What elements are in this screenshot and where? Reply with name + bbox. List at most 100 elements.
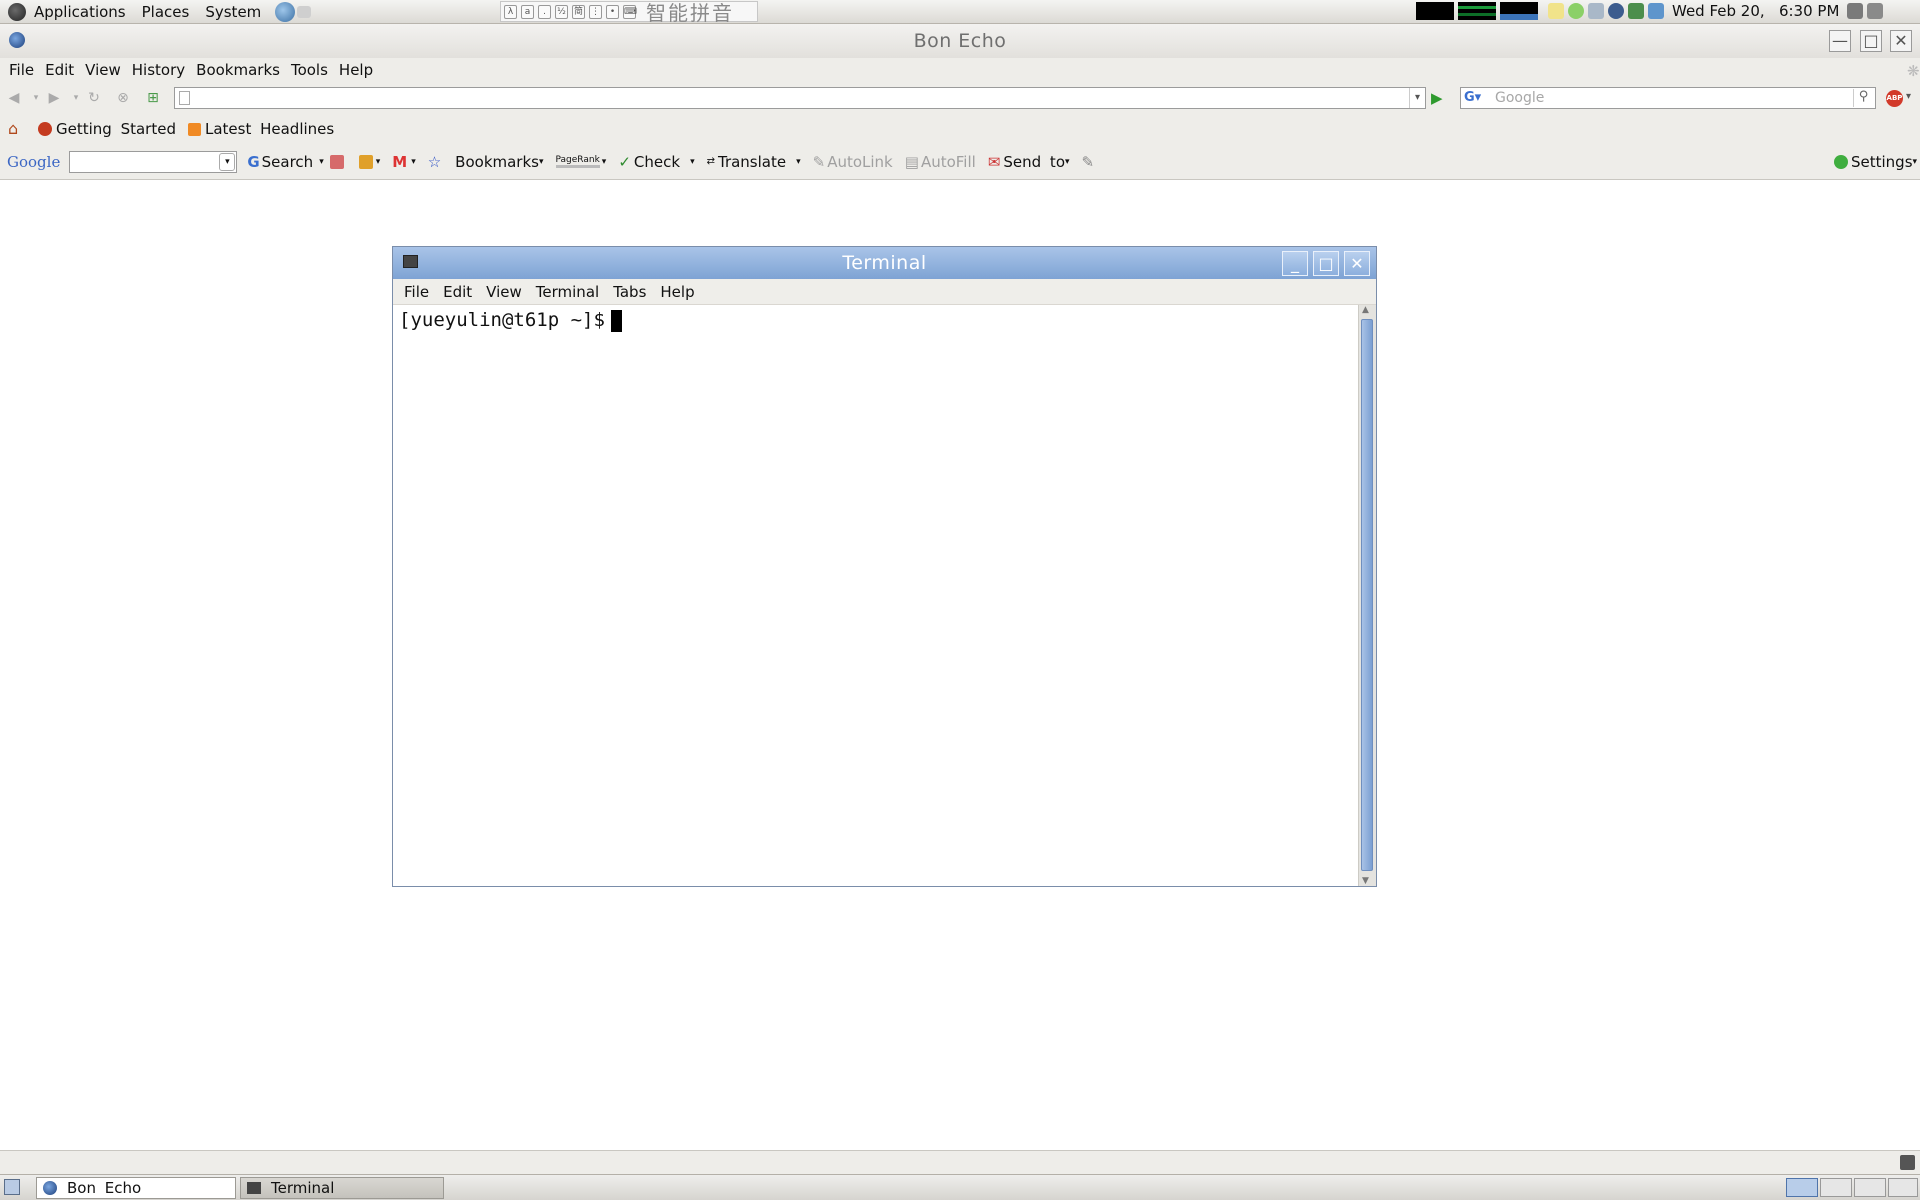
menu-file[interactable]: File: [9, 61, 34, 79]
autofill-button[interactable]: ▤ AutoFill: [905, 153, 976, 171]
bookmarks-button[interactable]: ☆ Bookmarks ▾: [428, 153, 544, 171]
google-search-input[interactable]: ▾: [69, 150, 238, 173]
clock[interactable]: Wed Feb 20, 6:30 PM: [1672, 2, 1839, 20]
minimize-button[interactable]: —: [1829, 30, 1851, 52]
ime-mode-icon[interactable]: a: [521, 4, 534, 19]
gadgets-dropdown-icon[interactable]: ▾: [376, 157, 381, 167]
terminal-close-button[interactable]: ✕: [1344, 251, 1370, 276]
applications-menu[interactable]: Applications: [26, 3, 134, 21]
ime-width-icon[interactable]: ½: [555, 4, 568, 19]
reload-icon[interactable]: ↻: [86, 90, 102, 106]
close-button[interactable]: ✕: [1890, 30, 1912, 52]
menu-tools[interactable]: Tools: [291, 61, 328, 79]
network-icon[interactable]: [1588, 3, 1604, 19]
menu-view[interactable]: View: [85, 61, 121, 79]
task-bon-echo[interactable]: Bon Echo: [36, 1177, 236, 1199]
camera-icon[interactable]: [1867, 3, 1884, 19]
back-icon[interactable]: ◀: [6, 90, 22, 106]
bookmarks-dropdown-icon[interactable]: ▾: [539, 157, 544, 167]
home-icon[interactable]: ⌂: [8, 121, 24, 137]
task-terminal[interactable]: Terminal: [240, 1177, 444, 1199]
terminal-titlebar[interactable]: Terminal _ □ ✕: [393, 247, 1376, 279]
ime-logo-icon[interactable]: λ: [504, 4, 517, 19]
ime-simp-icon[interactable]: 简: [572, 4, 585, 19]
terminal-scrollbar[interactable]: ▲ ▼: [1358, 305, 1376, 886]
browser-window-icon[interactable]: [9, 32, 25, 48]
terminal-menu-view[interactable]: View: [486, 283, 522, 301]
workspace-3[interactable]: [1854, 1178, 1886, 1197]
gmail-dropdown-icon[interactable]: ▾: [411, 157, 416, 167]
tasks-icon[interactable]: [1648, 3, 1664, 19]
workspace-1[interactable]: [1786, 1178, 1818, 1197]
terminal-output[interactable]: [yueyulin@t61p ~]$: [393, 305, 1358, 886]
web-search-box[interactable]: G▾ Google ⚲: [1460, 87, 1876, 109]
back-dropdown-icon[interactable]: ▾: [28, 90, 44, 106]
terminal-maximize-button[interactable]: □: [1313, 251, 1339, 276]
search-engine-icon[interactable]: G▾: [1464, 90, 1492, 106]
search-dropdown-icon[interactable]: ▾: [319, 157, 324, 167]
scrollbar-thumb[interactable]: [1361, 319, 1373, 871]
url-dropdown-icon[interactable]: ▾: [1409, 88, 1425, 108]
show-desktop-icon[interactable]: [4, 1179, 20, 1195]
bookmark-latest-headlines[interactable]: Latest Headlines: [187, 120, 334, 138]
forward-dropdown-icon[interactable]: ▾: [68, 90, 84, 106]
stop-icon[interactable]: ⊗: [115, 90, 131, 106]
bookmark-getting-started[interactable]: Getting Started: [38, 120, 176, 138]
adblock-icon[interactable]: ABP: [1886, 90, 1903, 107]
notes-icon[interactable]: [1548, 3, 1564, 19]
go-icon[interactable]: ▶: [1431, 89, 1443, 107]
workspace-4[interactable]: [1888, 1178, 1918, 1197]
terminal-menu-help[interactable]: Help: [660, 283, 694, 301]
scroll-down-icon[interactable]: ▼: [1362, 876, 1369, 886]
memory-monitor[interactable]: [1458, 2, 1496, 20]
terminal-menu-terminal[interactable]: Terminal: [536, 283, 599, 301]
terminal-menu-edit[interactable]: Edit: [443, 283, 472, 301]
ime-punct-icon[interactable]: .: [538, 4, 551, 19]
news-button[interactable]: [329, 154, 347, 169]
maximize-button[interactable]: □: [1860, 30, 1882, 52]
home-add-icon[interactable]: ⊞: [145, 90, 161, 106]
keyboard-icon[interactable]: ⌨: [623, 4, 637, 19]
autolink-button[interactable]: ✎ AutoLink: [813, 153, 893, 171]
search-go-icon[interactable]: ⚲: [1853, 89, 1873, 107]
places-menu[interactable]: Places: [134, 3, 198, 21]
mail-launcher-icon[interactable]: [297, 5, 312, 18]
adblock-dropdown-icon[interactable]: ▾: [1906, 91, 1911, 102]
settings-dropdown-icon[interactable]: ▾: [1913, 157, 1918, 167]
gnome-foot-icon[interactable]: [8, 2, 26, 21]
check-dropdown-icon[interactable]: ▾: [690, 157, 695, 167]
settings-button[interactable]: Settings ▾: [1834, 153, 1917, 171]
highlighter-button[interactable]: ✎: [1082, 153, 1095, 171]
google-search-dropdown-icon[interactable]: ▾: [219, 152, 236, 171]
bluetooth-icon[interactable]: [1608, 3, 1624, 19]
google-logo[interactable]: Google: [7, 153, 60, 171]
gadgets-button[interactable]: ▾: [358, 154, 381, 169]
scroll-up-icon[interactable]: ▲: [1362, 305, 1369, 315]
menu-help[interactable]: Help: [339, 61, 373, 79]
menu-history[interactable]: History: [132, 61, 185, 79]
volume-icon[interactable]: [1847, 3, 1864, 19]
translate-dropdown-icon[interactable]: ▾: [796, 157, 801, 167]
translate-button[interactable]: ⇄ Translate ▾: [707, 153, 801, 171]
system-menu[interactable]: System: [197, 3, 269, 21]
sendto-dropdown-icon[interactable]: ▾: [1065, 157, 1070, 167]
terminal-window-icon[interactable]: [403, 255, 418, 268]
pagerank-indicator[interactable]: PageRank ▾: [555, 155, 606, 168]
google-search-button[interactable]: G Search ▾: [247, 153, 323, 171]
forward-icon[interactable]: ▶: [46, 90, 62, 106]
terminal-minimize-button[interactable]: _: [1282, 251, 1308, 276]
check-button[interactable]: ✓ Check ▾: [618, 153, 694, 171]
ime-name[interactable]: 智能拼音: [646, 0, 734, 26]
network-monitor[interactable]: [1500, 2, 1538, 20]
url-bar[interactable]: ▾: [174, 87, 1426, 109]
status-icon[interactable]: [1568, 3, 1584, 19]
ime-setup-icon[interactable]: ⋮: [589, 4, 602, 19]
menu-edit[interactable]: Edit: [45, 61, 74, 79]
update-icon[interactable]: [1628, 3, 1644, 19]
web-browser-launcher-icon[interactable]: [275, 1, 296, 22]
ime-lock-icon[interactable]: •: [606, 4, 619, 19]
cpu-monitor[interactable]: [1416, 2, 1454, 20]
terminal-menu-tabs[interactable]: Tabs: [613, 283, 646, 301]
workspace-2[interactable]: [1820, 1178, 1852, 1197]
terminal-menu-file[interactable]: File: [404, 283, 429, 301]
